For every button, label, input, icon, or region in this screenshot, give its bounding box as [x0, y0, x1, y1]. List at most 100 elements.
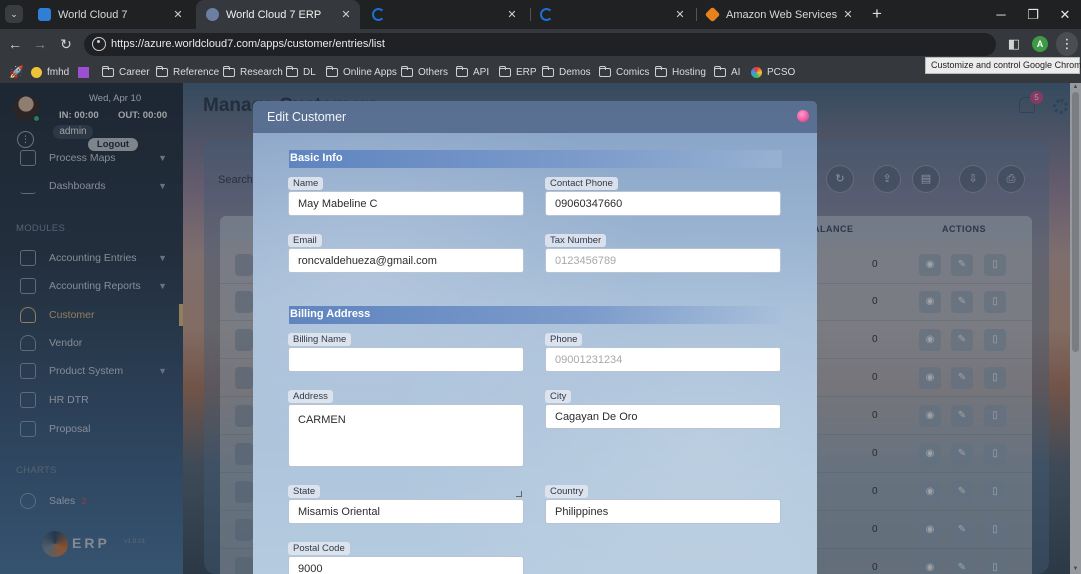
- folder-icon: [456, 65, 468, 77]
- email-field[interactable]: [288, 248, 524, 273]
- tab-loading-2[interactable]: ✕: [530, 0, 694, 29]
- folder-icon: [156, 65, 168, 77]
- bookmark-erp[interactable]: ERP: [499, 64, 537, 80]
- site-info-icon[interactable]: [92, 37, 106, 51]
- bookmark-demos[interactable]: Demos: [542, 64, 591, 80]
- close-modal-icon[interactable]: [797, 110, 809, 122]
- contact-phone-field[interactable]: [545, 191, 781, 216]
- billing-name-field[interactable]: [288, 347, 524, 372]
- country-label: Country: [545, 485, 589, 498]
- folder-icon: [599, 65, 611, 77]
- close-tab-icon[interactable]: ✕: [170, 8, 186, 21]
- rocket-bookmark-icon[interactable]: 🚀: [9, 64, 24, 80]
- section-title: Basic Info: [290, 152, 343, 164]
- minimize-icon[interactable]: ─: [985, 0, 1017, 29]
- bookmark-hosting[interactable]: Hosting: [655, 64, 706, 80]
- fmhd-favicon-icon: [31, 66, 42, 78]
- bookmark-others[interactable]: Others: [401, 64, 448, 80]
- tab-world-cloud-7[interactable]: World Cloud 7 ✕: [28, 0, 192, 29]
- bookmark-research[interactable]: Research: [223, 64, 283, 80]
- bookmark-label: Others: [418, 66, 449, 78]
- address-textarea[interactable]: CARMEN: [288, 404, 524, 467]
- loading-spinner-icon: [372, 8, 385, 21]
- email-label: Email: [288, 234, 322, 247]
- loading-spinner-icon: [540, 8, 553, 21]
- bookmark-fmhd[interactable]: fmhd: [31, 64, 69, 80]
- bookmark-comics[interactable]: Comics: [599, 64, 649, 80]
- folder-icon: [102, 65, 114, 77]
- tax-number-field[interactable]: [545, 248, 781, 273]
- folder-icon: [542, 65, 554, 77]
- profile-avatar[interactable]: A: [1032, 36, 1048, 52]
- window-close-icon[interactable]: ✕: [1049, 0, 1081, 29]
- tab-search-chevron-icon[interactable]: ⌄: [5, 5, 23, 23]
- tab-title: World Cloud 7: [58, 8, 128, 21]
- bookmark-label: Online Apps: [343, 66, 397, 78]
- city-field[interactable]: [545, 404, 781, 429]
- address-label: Address: [288, 390, 333, 403]
- state-label: State: [288, 485, 321, 498]
- close-tab-icon[interactable]: ✕: [504, 8, 520, 21]
- folder-icon: [223, 65, 235, 77]
- folder-icon: [655, 65, 667, 77]
- resize-grip-icon[interactable]: [516, 491, 522, 497]
- section-title: Billing Address: [290, 308, 371, 320]
- billing-name-label: Billing Name: [288, 333, 352, 346]
- edit-customer-modal: Edit Customer Basic Info Name Contact Ph…: [253, 101, 817, 574]
- back-arrow-icon[interactable]: ←: [4, 33, 26, 55]
- aws-favicon-icon: [704, 6, 721, 23]
- tax-number-label: Tax Number: [545, 234, 607, 247]
- reload-icon[interactable]: ↻: [55, 33, 77, 55]
- tab-loading-1[interactable]: ✕: [362, 0, 526, 29]
- bookmark-label: AI: [731, 66, 741, 78]
- bookmark-dl[interactable]: DL: [286, 64, 316, 80]
- new-tab-plus-icon[interactable]: +: [867, 4, 887, 24]
- tab-world-cloud-7-erp[interactable]: World Cloud 7 ERP ✕: [196, 0, 360, 29]
- bookmark-label: Reference: [173, 66, 220, 78]
- name-label: Name: [288, 177, 324, 190]
- chrome-menu-icon[interactable]: ⋮: [1056, 32, 1078, 56]
- close-tab-icon[interactable]: ✕: [840, 8, 856, 21]
- phone-field[interactable]: [545, 347, 781, 372]
- folder-icon: [401, 65, 413, 77]
- bookmark-pcso[interactable]: PCSO: [751, 64, 795, 80]
- bookmark-reference[interactable]: Reference: [156, 64, 219, 80]
- restore-icon[interactable]: ❐: [1017, 0, 1049, 29]
- bookmark-online-apps[interactable]: Online Apps: [326, 64, 397, 80]
- bookmarks-bar: 🚀 fmhd Career Reference Research DL Onli…: [0, 60, 1081, 83]
- bookmark-api[interactable]: API: [456, 64, 489, 80]
- side-panel-icon[interactable]: ◧: [1004, 34, 1024, 54]
- billing-address-section-bar: Billing Address: [289, 306, 782, 324]
- bookmark-label: PCSO: [767, 66, 796, 78]
- phone-label: Phone: [545, 333, 583, 346]
- contact-phone-label: Contact Phone: [545, 177, 618, 190]
- basic-info-section-bar: Basic Info: [289, 150, 782, 168]
- folder-icon: [499, 65, 511, 77]
- bookmark-label: Career: [119, 66, 150, 78]
- forward-arrow-icon[interactable]: →: [29, 33, 51, 55]
- purple-bookmark-icon[interactable]: [78, 64, 89, 80]
- bookmark-label: API: [473, 66, 490, 78]
- postal-code-field[interactable]: [288, 556, 524, 574]
- url-text: https://azure.worldcloud7.com/apps/custo…: [111, 38, 385, 50]
- close-tab-icon[interactable]: ✕: [338, 8, 354, 21]
- state-field[interactable]: [288, 499, 524, 524]
- bookmark-label: Research: [240, 66, 283, 78]
- tab-aws-sign-in[interactable]: Amazon Web Services Sign-In ✕: [696, 0, 862, 29]
- close-tab-icon[interactable]: ✕: [672, 8, 688, 21]
- bookmark-career[interactable]: Career: [102, 64, 150, 80]
- bookmark-label: DL: [303, 66, 316, 78]
- bookmark-label: Demos: [559, 66, 591, 78]
- address-bar[interactable]: https://azure.worldcloud7.com/apps/custo…: [84, 33, 996, 56]
- modal-body: Basic Info Name Contact Phone Email Tax …: [253, 133, 817, 574]
- bookmark-ai[interactable]: AI: [714, 64, 740, 80]
- pcso-favicon-icon: [751, 66, 762, 78]
- bookmark-label: fmhd: [47, 66, 70, 78]
- modal-title: Edit Customer: [267, 110, 347, 124]
- bookmark-label: Comics: [616, 66, 650, 78]
- country-field[interactable]: [545, 499, 781, 524]
- name-field[interactable]: [288, 191, 524, 216]
- purple-square-icon: [78, 66, 89, 78]
- folder-icon: [714, 65, 726, 77]
- folder-icon: [326, 65, 338, 77]
